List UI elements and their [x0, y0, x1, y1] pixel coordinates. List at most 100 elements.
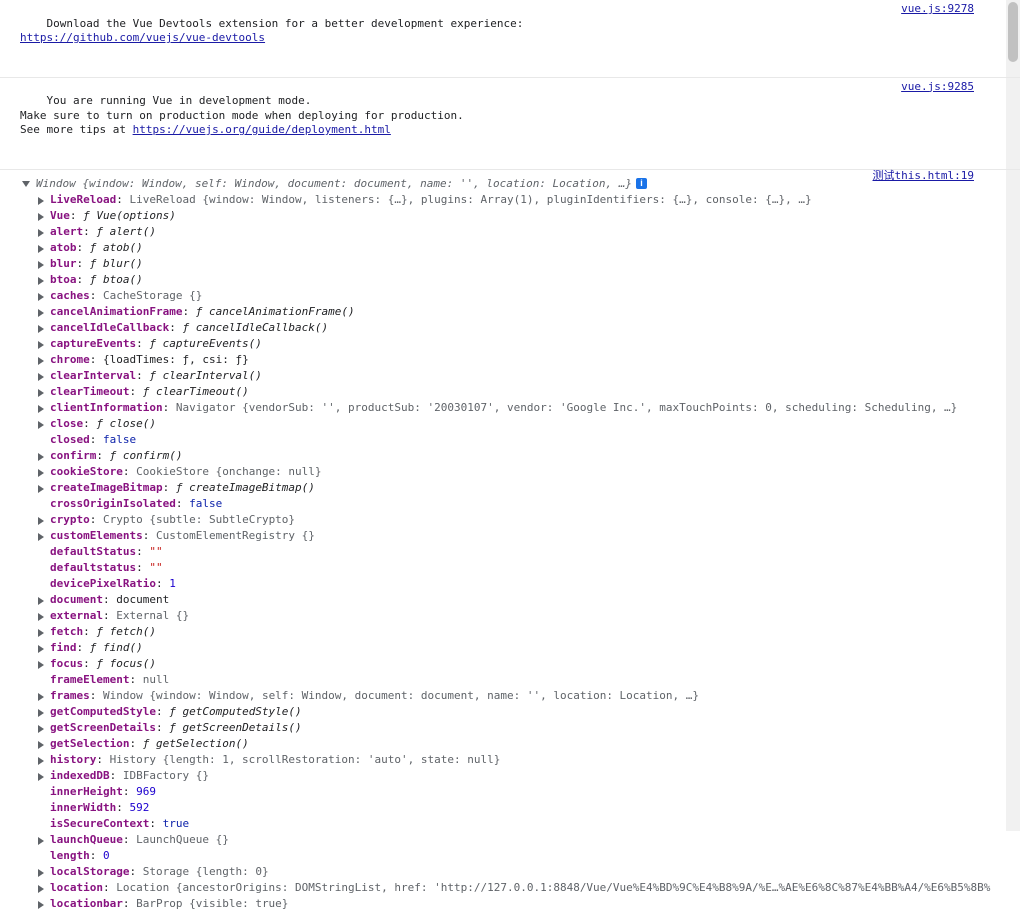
property-row-frames[interactable]: frames: Window {window: Window, self: Wi… [0, 688, 1020, 704]
key-separator: : [142, 528, 156, 542]
expand-triangle-icon[interactable] [38, 292, 44, 301]
expand-triangle-icon[interactable] [38, 372, 44, 381]
expand-triangle-icon[interactable] [38, 276, 44, 285]
property-key: focus [50, 656, 84, 670]
key-separator: : [96, 752, 110, 766]
deployment-link[interactable]: https://vuejs.org/guide/deployment.html [133, 123, 391, 136]
expand-triangle-icon[interactable] [38, 772, 44, 781]
expand-triangle-icon[interactable] [38, 468, 44, 477]
expand-triangle-icon[interactable] [38, 212, 44, 221]
source-link[interactable]: vue.js:9278 [901, 2, 974, 17]
expand-triangle-icon[interactable] [38, 756, 44, 765]
key-separator: : [122, 832, 137, 846]
expand-triangle-icon[interactable] [38, 740, 44, 749]
property-row-clientInformation[interactable]: clientInformation: Navigator {vendorSub:… [0, 400, 1020, 416]
expand-triangle-icon[interactable] [38, 196, 44, 205]
key-separator: : [76, 640, 90, 654]
expand-triangle-icon[interactable] [38, 692, 44, 701]
property-value: ƒ btoa() [89, 272, 143, 286]
property-row-caches[interactable]: caches: CacheStorage {} [0, 288, 1020, 304]
expand-triangle-icon[interactable] [38, 644, 44, 653]
property-row-getSelection[interactable]: getSelection: ƒ getSelection() [0, 736, 1020, 752]
key-separator: : [89, 688, 103, 702]
expand-triangle-icon[interactable] [38, 836, 44, 845]
key-separator: : [136, 336, 150, 350]
property-value: CustomElementRegistry {} [155, 528, 315, 542]
expand-triangle-icon[interactable] [38, 484, 44, 493]
property-row-indexedDB[interactable]: indexedDB: IDBFactory {} [0, 768, 1020, 784]
expand-triangle-icon[interactable] [38, 868, 44, 877]
expand-triangle-icon[interactable] [38, 260, 44, 269]
expand-triangle-icon[interactable] [38, 900, 44, 909]
expand-triangle-icon[interactable] [38, 532, 44, 541]
property-key: indexedDB [50, 768, 110, 782]
property-row-getComputedStyle[interactable]: getComputedStyle: ƒ getComputedStyle() [0, 704, 1020, 720]
expand-triangle-icon[interactable] [38, 340, 44, 349]
key-separator: : [175, 496, 190, 510]
property-row-find[interactable]: find: ƒ find() [0, 640, 1020, 656]
expand-triangle-icon[interactable] [38, 308, 44, 317]
property-row-Vue[interactable]: Vue: ƒ Vue(options) [0, 208, 1020, 224]
property-row-crypto[interactable]: crypto: Crypto {subtle: SubtleCrypto} [0, 512, 1020, 528]
message-text: You are running Vue in development mode. [46, 94, 312, 107]
property-row-confirm[interactable]: confirm: ƒ confirm() [0, 448, 1020, 464]
property-row-localStorage[interactable]: localStorage: Storage {length: 0} [0, 864, 1020, 880]
expand-triangle-icon[interactable] [38, 708, 44, 717]
property-row-cancelAnimationFrame[interactable]: cancelAnimationFrame: ƒ cancelAnimationF… [0, 304, 1020, 320]
property-row-chrome[interactable]: chrome: {loadTimes: ƒ, csi: ƒ} [0, 352, 1020, 368]
property-row-atob[interactable]: atob: ƒ atob() [0, 240, 1020, 256]
expand-triangle-icon[interactable] [38, 660, 44, 669]
property-row-captureEvents[interactable]: captureEvents: ƒ captureEvents() [0, 336, 1020, 352]
property-key: clearInterval [50, 368, 137, 382]
key-separator: : [76, 256, 90, 270]
property-key: find [50, 640, 77, 654]
property-row-clearTimeout[interactable]: clearTimeout: ƒ clearTimeout() [0, 384, 1020, 400]
expand-triangle-icon[interactable] [38, 228, 44, 237]
log-source-link[interactable]: 测试this.html:19 [873, 168, 974, 184]
property-row-document[interactable]: document: document [0, 592, 1020, 608]
property-value: LiveReload {window: Window, listeners: {… [129, 192, 812, 206]
property-row-blur[interactable]: blur: ƒ blur() [0, 256, 1020, 272]
property-row-location[interactable]: location: Location {ancestorOrigins: DOM… [0, 880, 1020, 896]
property-row-focus[interactable]: focus: ƒ focus() [0, 656, 1020, 672]
source-link[interactable]: vue.js:9285 [901, 80, 974, 95]
expand-triangle-icon[interactable] [38, 724, 44, 733]
expand-triangle-icon[interactable] [38, 596, 44, 605]
expand-triangle-icon[interactable] [38, 516, 44, 525]
devtools-link[interactable]: https://github.com/vuejs/vue-devtools [20, 31, 265, 44]
property-row-getScreenDetails[interactable]: getScreenDetails: ƒ getScreenDetails() [0, 720, 1020, 736]
property-row-launchQueue[interactable]: launchQueue: LaunchQueue {} [0, 832, 1020, 848]
expand-triangle-icon[interactable] [38, 404, 44, 413]
expand-triangle-icon[interactable] [22, 180, 30, 187]
expand-triangle-icon[interactable] [38, 628, 44, 637]
key-separator: : [129, 736, 143, 750]
expand-triangle-icon[interactable] [38, 612, 44, 621]
property-row-cancelIdleCallback[interactable]: cancelIdleCallback: ƒ cancelIdleCallback… [0, 320, 1020, 336]
property-row-createImageBitmap[interactable]: createImageBitmap: ƒ createImageBitmap() [0, 480, 1020, 496]
expand-triangle-icon[interactable] [38, 884, 44, 893]
info-icon[interactable]: i [636, 178, 648, 189]
property-row-LiveReload[interactable]: LiveReload: LiveReload {window: Window, … [0, 192, 1020, 208]
expand-triangle-icon[interactable] [38, 244, 44, 253]
expand-triangle-icon[interactable] [38, 452, 44, 461]
expand-triangle-icon[interactable] [38, 356, 44, 365]
property-row-history[interactable]: history: History {length: 1, scrollResto… [0, 752, 1020, 768]
property-row-btoa[interactable]: btoa: ƒ btoa() [0, 272, 1020, 288]
expand-triangle-icon[interactable] [38, 420, 44, 429]
property-row-alert[interactable]: alert: ƒ alert() [0, 224, 1020, 240]
expand-triangle-icon[interactable] [38, 324, 44, 333]
property-row-locationbar[interactable]: locationbar: BarProp {visible: true} [0, 896, 1020, 912]
property-row-clearInterval[interactable]: clearInterval: ƒ clearInterval() [0, 368, 1020, 384]
property-row-close[interactable]: close: ƒ close() [0, 416, 1020, 432]
property-key: getComputedStyle [50, 704, 156, 718]
property-value: "" [149, 560, 163, 574]
property-row-customElements[interactable]: customElements: CustomElementRegistry {} [0, 528, 1020, 544]
property-row-fetch[interactable]: fetch: ƒ fetch() [0, 624, 1020, 640]
property-row-cookieStore[interactable]: cookieStore: CookieStore {onchange: null… [0, 464, 1020, 480]
property-row-external[interactable]: external: External {} [0, 608, 1020, 624]
window-object-row[interactable]: Window {window: Window, self: Window, do… [0, 169, 1020, 192]
expand-triangle-icon[interactable] [38, 388, 44, 397]
property-value: ƒ confirm() [109, 448, 183, 462]
key-separator: : [83, 416, 97, 430]
key-separator: : [89, 288, 103, 302]
